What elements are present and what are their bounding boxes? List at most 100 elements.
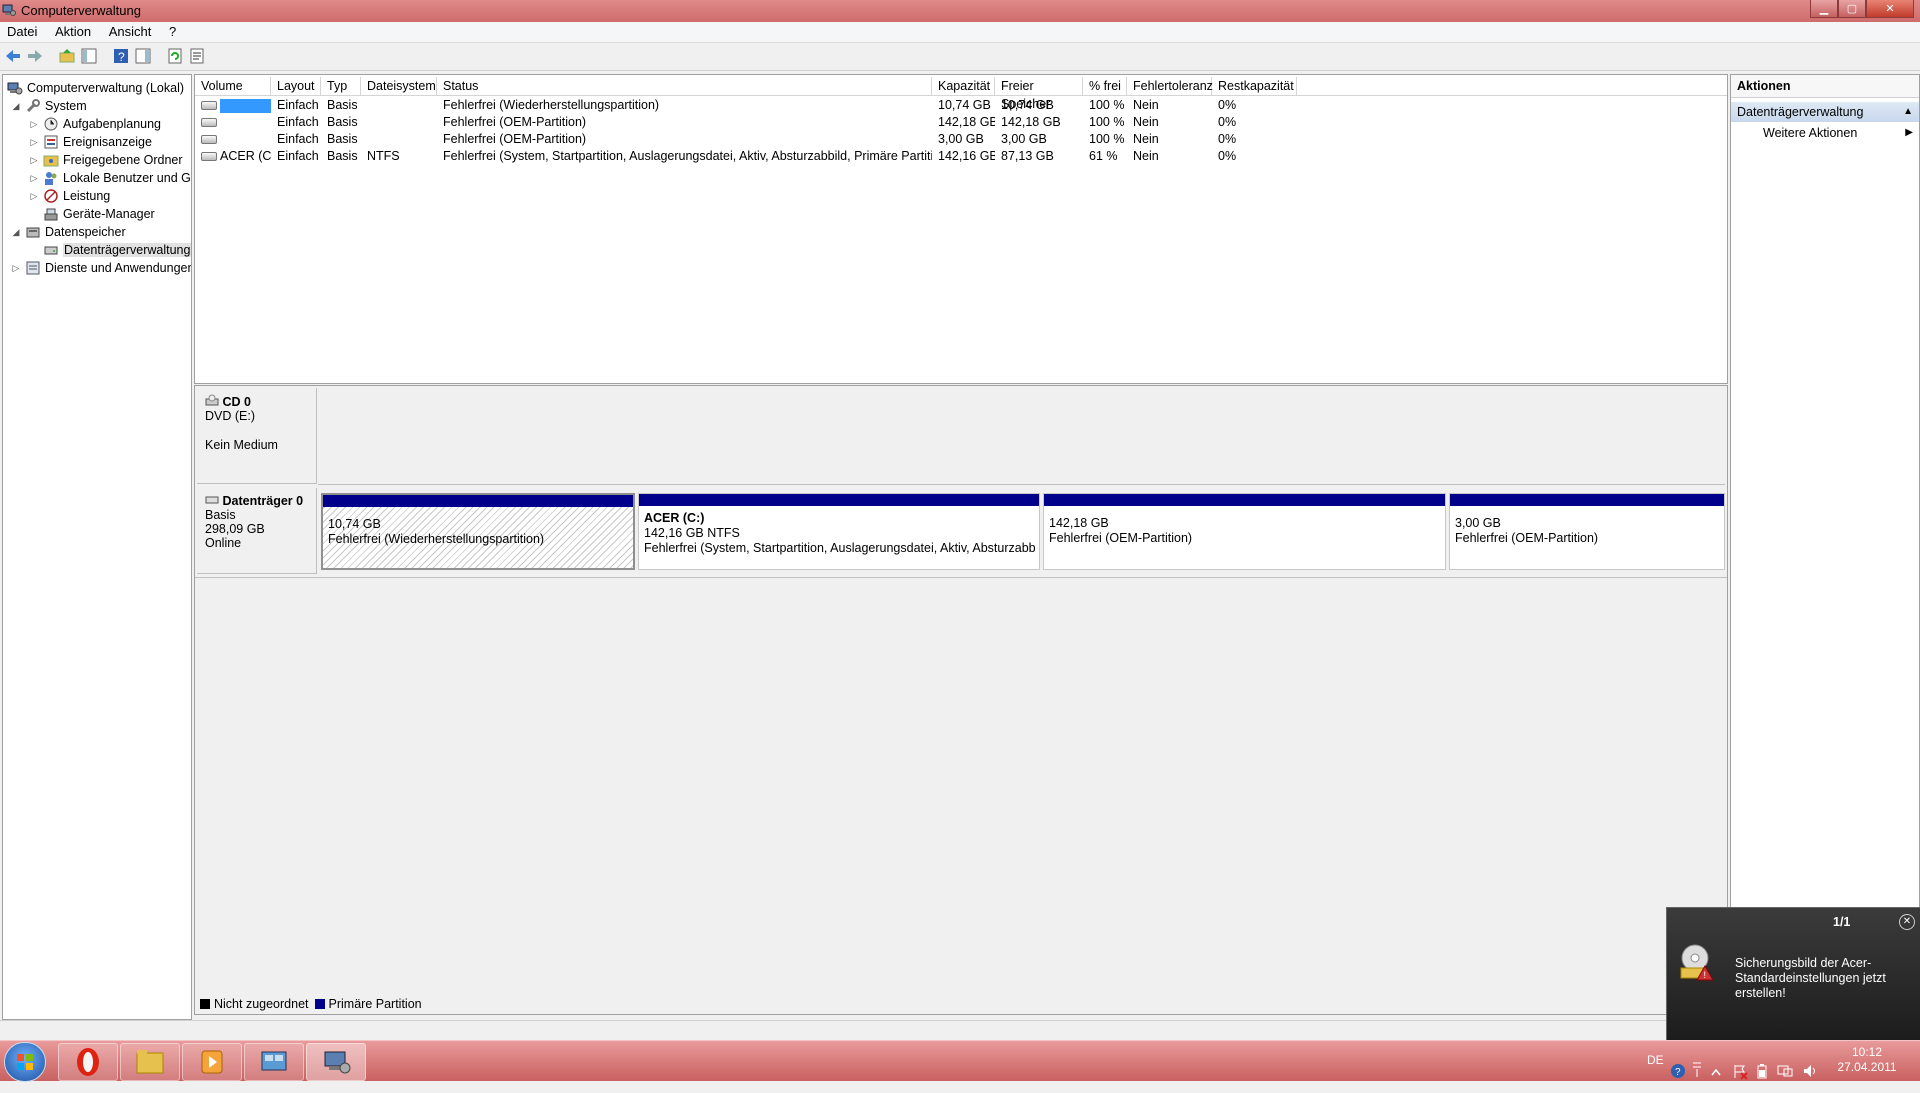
tree-item-ereignisanzeige[interactable]: ▷ Ereignisanzeige — [29, 133, 152, 151]
col-freier-speicher[interactable]: Freier Speicher — [995, 77, 1083, 111]
battery-icon[interactable] — [1756, 1051, 1768, 1091]
col-typ[interactable]: Typ — [321, 77, 361, 95]
network-tray-icon[interactable] — [1690, 1049, 1704, 1089]
tree-item-dienste-und-anwendungen[interactable]: ▷ Dienste und Anwendungen — [11, 259, 191, 277]
clock-time: 10:12 — [1851, 1045, 1883, 1059]
refresh-icon[interactable] — [166, 47, 184, 65]
storage-icon — [26, 227, 40, 238]
menu-aktion[interactable]: Aktion — [48, 22, 98, 41]
properties-icon[interactable] — [188, 47, 206, 65]
actions-section-datentraegerverwaltung[interactable]: Datenträgerverwaltung ▲ — [1731, 102, 1919, 122]
start-button[interactable] — [4, 1042, 46, 1082]
taskbar-control-panel-button[interactable] — [244, 1043, 304, 1081]
cd0-area[interactable] — [318, 388, 1725, 485]
notification-close-icon[interactable]: ✕ — [1899, 914, 1915, 930]
action-center-flag-icon[interactable] — [1732, 1051, 1748, 1091]
device-manager-icon — [44, 208, 58, 221]
expand-arrow-icon[interactable]: ▷ — [29, 191, 39, 202]
help-tray-icon[interactable]: ? — [1670, 1051, 1686, 1091]
col-layout[interactable]: Layout — [271, 77, 321, 95]
windows-logo-icon — [17, 1054, 33, 1070]
volume-icon — [201, 118, 217, 128]
unallocated-swatch — [200, 999, 210, 1009]
menu-datei[interactable]: Datei — [0, 22, 44, 41]
col-dateisystem[interactable]: Dateisystem — [361, 77, 437, 95]
language-indicator[interactable]: DE — [1647, 1053, 1664, 1093]
users-icon — [45, 172, 57, 185]
toolbar: ? — [0, 43, 1920, 71]
opera-icon — [77, 1048, 99, 1076]
navigation-tree: Computerverwaltung (Lokal) ◢ System ▷ Au… — [2, 74, 192, 1020]
taskbar-media-player-button[interactable] — [182, 1043, 242, 1081]
volume-row[interactable]: ACER (C:) Einfach Basis NTFS Fehlerfrei … — [195, 148, 1727, 165]
legend-unallocated: Nicht zugeordnet — [214, 997, 309, 1011]
volume-list-header: Volume Layout Typ Dateisystem Status Kap… — [195, 77, 1727, 111]
expand-arrow-icon[interactable]: ▷ — [29, 155, 39, 166]
expand-arrow-icon[interactable]: ▷ — [29, 173, 39, 184]
selected-volume-highlight — [220, 98, 271, 113]
cd0-label[interactable]: CD 0 DVD (E:) Kein Medium — [197, 388, 317, 484]
clock-date: 27.04.2011 — [1837, 1060, 1897, 1074]
back-arrow-icon[interactable] — [4, 47, 22, 65]
taskbar-computer-management-button[interactable] — [306, 1043, 366, 1081]
disk0-label[interactable]: Datenträger 0 Basis 298,09 GB Online — [197, 488, 317, 574]
maximize-button[interactable]: ▢ — [1838, 0, 1866, 18]
tree-item-aufgabenplanung[interactable]: ▷ Aufgabenplanung — [29, 115, 161, 133]
tree-item-lokale-benutzer[interactable]: ▷ Lokale Benutzer und Gr — [29, 169, 191, 187]
tree-item-datentraegerverwaltung[interactable]: Datenträgerverwaltung — [29, 241, 191, 259]
up-folder-icon[interactable] — [58, 47, 76, 65]
collapse-arrow-icon[interactable]: ◢ — [11, 227, 21, 238]
collapse-caret-icon[interactable]: ▲ — [1903, 102, 1913, 122]
taskbar-clock[interactable]: 10:12 27.04.2011 — [1832, 1045, 1902, 1075]
partition-oem-1[interactable]: 142,18 GB Fehlerfrei (OEM-Partition) — [1043, 493, 1446, 570]
show-hidden-icons-icon[interactable] — [1710, 1053, 1722, 1093]
submenu-arrow-icon: ▶ — [1905, 127, 1913, 138]
volume-row[interactable]: Einfach Basis Fehlerfrei (OEM-Partition)… — [195, 114, 1727, 131]
tree-item-system[interactable]: ◢ System — [11, 97, 87, 115]
disk-graphical-view: CD 0 DVD (E:) Kein Medium Datenträger 0 … — [194, 385, 1728, 1015]
collapse-arrow-icon[interactable]: ◢ — [11, 101, 21, 112]
volume-list: Volume Layout Typ Dateisystem Status Kap… — [194, 74, 1728, 384]
help-icon[interactable]: ? — [112, 47, 130, 65]
actions-pane: Aktionen Datenträgerverwaltung ▲ Weitere… — [1730, 74, 1920, 1020]
event-viewer-icon — [44, 135, 58, 149]
weitere-aktionen-item[interactable]: Weitere Aktionen ▶ — [1731, 122, 1919, 144]
volume-row[interactable]: Einfach Basis Fehlerfrei (Wiederherstell… — [195, 97, 1727, 114]
title-bar: Computerverwaltung ▁ ▢ ✕ — [0, 0, 1920, 22]
col-prozent-frei[interactable]: % frei — [1083, 77, 1127, 95]
tree-item-leistung[interactable]: ▷ Leistung — [29, 187, 111, 205]
forward-arrow-icon[interactable] — [26, 47, 44, 65]
col-status[interactable]: Status — [437, 77, 932, 95]
notification-balloon[interactable]: 1/1 ✕ ! Sicherungsbild der Acer-Standard… — [1666, 907, 1920, 1042]
col-fehlertoleranz[interactable]: Fehlertoleranz — [1127, 77, 1213, 95]
partition-oem-2[interactable]: 3,00 GB Fehlerfrei (OEM-Partition) — [1449, 493, 1725, 570]
tree-item-computerverwaltung[interactable]: Computerverwaltung (Lokal) — [7, 79, 184, 97]
volume-row[interactable]: Einfach Basis Fehlerfrei (OEM-Partition)… — [195, 131, 1727, 148]
expand-arrow-icon[interactable]: ▷ — [29, 119, 39, 130]
disk-management-icon — [44, 246, 58, 255]
partition-recovery[interactable]: 10,74 GB Fehlerfrei (Wiederherstellungsp… — [321, 493, 635, 570]
expand-arrow-icon[interactable]: ▷ — [11, 263, 21, 274]
col-restkapazitaet[interactable]: Restkapazität — [1212, 77, 1297, 95]
partition-acer-c[interactable]: ACER (C:) 142,16 GB NTFS Fehlerfrei (Sys… — [638, 493, 1040, 570]
svg-text:?: ? — [1675, 1067, 1681, 1078]
col-volume[interactable]: Volume — [195, 77, 271, 95]
menu-help[interactable]: ? — [162, 22, 183, 41]
tree-item-geraete-manager[interactable]: Geräte-Manager — [29, 205, 155, 223]
tree-item-datenspeicher[interactable]: ◢ Datenspeicher — [11, 223, 126, 241]
menu-ansicht[interactable]: Ansicht — [102, 22, 159, 41]
col-kapazitaet[interactable]: Kapazität — [932, 77, 995, 95]
show-hide-tree-icon[interactable] — [80, 47, 98, 65]
legend: Nicht zugeordnet Primäre Partition — [194, 994, 422, 1014]
minimize-button[interactable]: ▁ — [1810, 0, 1838, 18]
network-connection-icon[interactable] — [1776, 1051, 1794, 1091]
taskbar-opera-button[interactable] — [58, 1043, 118, 1081]
volume-speaker-icon[interactable] — [1802, 1051, 1820, 1091]
volume-icon — [201, 135, 217, 145]
expand-arrow-icon[interactable]: ▷ — [29, 137, 39, 148]
tree-item-freigegebene-ordner[interactable]: ▷ Freigegebene Ordner — [29, 151, 183, 169]
show-hide-action-pane-icon[interactable] — [134, 47, 152, 65]
close-button[interactable]: ✕ — [1866, 0, 1914, 18]
volume-icon — [201, 101, 217, 111]
taskbar-explorer-button[interactable] — [120, 1043, 180, 1081]
